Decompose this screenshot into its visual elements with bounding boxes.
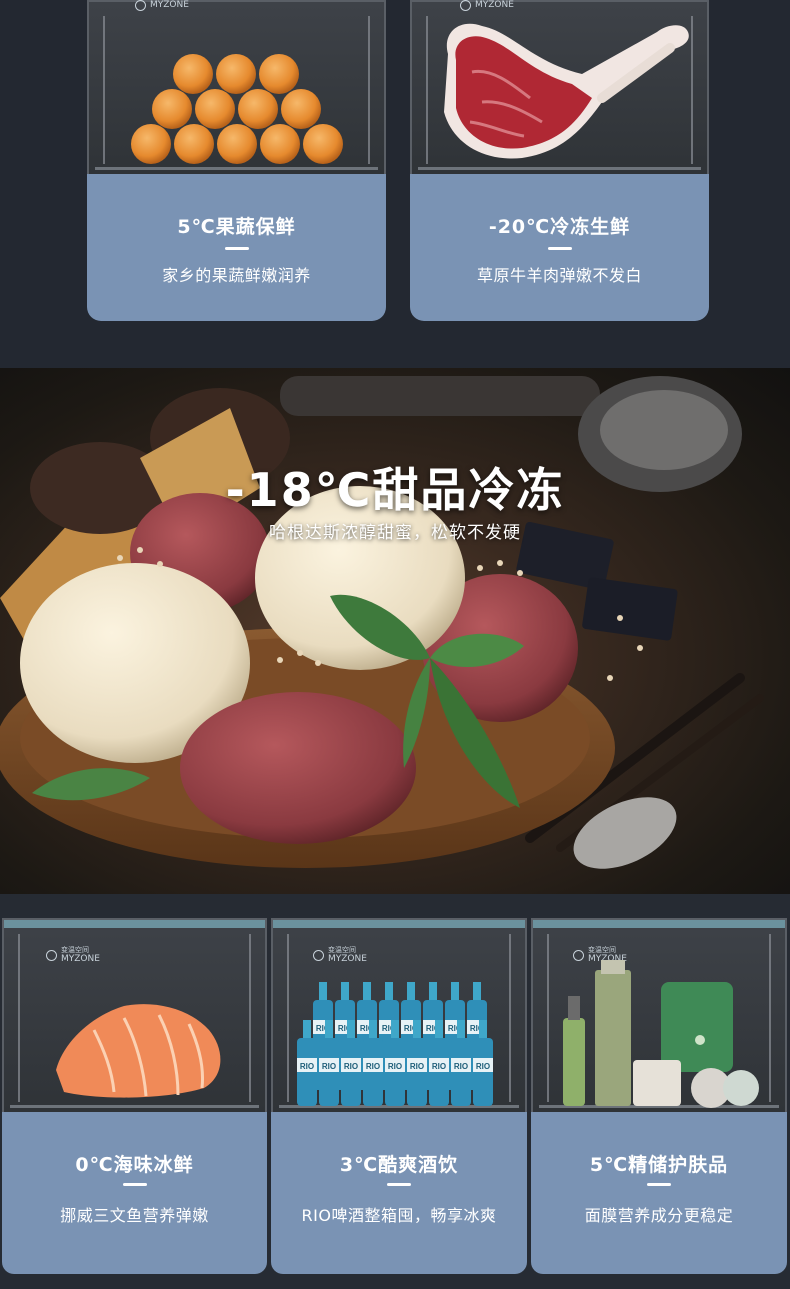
bottle-label: RIO xyxy=(454,1062,468,1071)
card-caption: 5℃果蔬保鲜 家乡的果蔬鲜嫩润养 xyxy=(87,174,386,321)
card-drinks: 变温空间 MYZONE RIO RIO RIO RIO RIO RIO RIO RIO RIO R… xyxy=(271,918,527,1274)
bottom-section: 变温空间 MYZONE 0℃海味冰鲜 挪威三文鱼营养弹嫩 变温空间 MYZONE xyxy=(0,894,790,1289)
drawer-image: 变温空间 MYZONE RIO RIO RIO RIO RIO RIO RIO RIO RIO R… xyxy=(271,918,527,1112)
card-caption: 5℃精储护肤品 面膜营养成分更稳定 xyxy=(531,1112,787,1274)
tomahawk-steak-icon xyxy=(444,23,689,159)
card-skincare: 变温空间 MYZONE 5℃精储护肤品 面膜营养成分更稳定 xyxy=(531,918,787,1274)
card-subtitle: 草原牛羊肉弹嫩不发白 xyxy=(476,266,642,285)
bottle-label: RIO xyxy=(432,1062,446,1071)
card-title: 5℃果蔬保鲜 xyxy=(177,216,296,238)
card-seafood: 变温空间 MYZONE 0℃海味冰鲜 挪威三文鱼营养弹嫩 xyxy=(2,918,267,1274)
drawer-image: 变温空间 MYZONE xyxy=(531,918,787,1112)
divider xyxy=(647,1183,671,1186)
card-caption: 0℃海味冰鲜 挪威三文鱼营养弹嫩 xyxy=(2,1112,267,1274)
ice-cream-illustration xyxy=(0,376,764,869)
card-subtitle: RIO啤酒整箱囤，畅享冰爽 xyxy=(301,1206,497,1225)
top-section: MYZONE 5℃果蔬保鲜 家乡的果蔬鲜嫩润养 MYZONE -20℃冷冻生鲜 … xyxy=(0,0,790,368)
bottle-label: RIO xyxy=(322,1062,336,1071)
salmon-icon xyxy=(56,1004,221,1098)
card-title: 0℃海味冰鲜 xyxy=(75,1154,194,1176)
hero-title: -18℃甜品冷冻 xyxy=(225,463,565,517)
card-fruit-veg: MYZONE 5℃果蔬保鲜 家乡的果蔬鲜嫩润养 xyxy=(87,0,386,321)
skincare-icon xyxy=(563,960,759,1108)
divider xyxy=(387,1183,411,1186)
bottle-label: RIO xyxy=(388,1062,402,1071)
card-caption: -20℃冷冻生鲜 草原牛羊肉弹嫩不发白 xyxy=(410,174,709,321)
hero-subtitle: 哈根达斯浓醇甜蜜，松软不发硬 xyxy=(269,523,521,543)
card-title: 5℃精储护肤品 xyxy=(589,1154,729,1176)
card-title: 3℃酷爽酒饮 xyxy=(339,1154,459,1176)
bottle-label: RIO xyxy=(344,1062,358,1071)
bottle-label: RIO xyxy=(410,1062,424,1071)
drawer-image: MYZONE xyxy=(87,0,386,174)
bottle-label: RIO xyxy=(366,1062,380,1071)
divider xyxy=(547,247,572,250)
card-title: -20℃冷冻生鲜 xyxy=(488,216,631,238)
oranges-icon xyxy=(131,54,343,164)
rio-bottles-icon: RIO RIO RIO RIO RIO RIO RIO RIORIO RIO RIO RIO RIO R… xyxy=(297,982,493,1106)
divider xyxy=(122,1183,147,1186)
drawer-image: MYZONE xyxy=(410,0,709,174)
bottle-label: RIO xyxy=(300,1062,314,1071)
drawer-image: 变温空间 MYZONE xyxy=(2,918,267,1112)
card-subtitle: 挪威三文鱼营养弹嫩 xyxy=(60,1206,209,1225)
dessert-hero: -18℃甜品冷冻 哈根达斯浓醇甜蜜，松软不发硬 xyxy=(0,368,790,894)
card-caption: 3℃酷爽酒饮 RIO啤酒整箱囤，畅享冰爽 xyxy=(271,1112,527,1274)
card-subtitle: 面膜营养成分更稳定 xyxy=(584,1206,734,1225)
bottle-label: RIO xyxy=(476,1062,490,1071)
card-frozen-meat: MYZONE -20℃冷冻生鲜 草原牛羊肉弹嫩不发白 xyxy=(410,0,709,321)
card-subtitle: 家乡的果蔬鲜嫩润养 xyxy=(162,266,311,285)
divider xyxy=(224,247,249,250)
